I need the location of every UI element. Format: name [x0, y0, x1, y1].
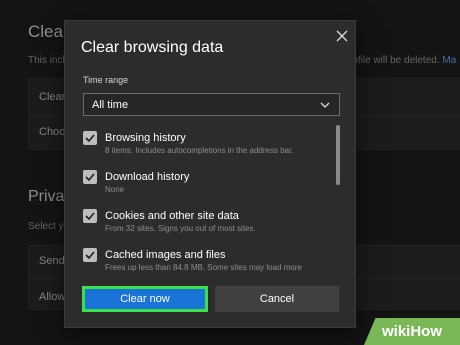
list-item-download-history[interactable]: Download history None — [83, 170, 333, 206]
list-item-cached-images[interactable]: Cached images and files Frees up less th… — [83, 248, 333, 273]
cached-images-description: Frees up less than 84.8 MB. Some sites m… — [105, 263, 302, 272]
download-history-label: Download history — [105, 171, 190, 183]
clear-now-button[interactable]: Clear now — [82, 286, 208, 312]
list-scrollbar[interactable] — [336, 125, 340, 185]
data-type-list: Browsing history 8 items. Includes autoc… — [65, 121, 357, 273]
download-history-description: None — [105, 185, 125, 194]
cached-images-label: Cached images and files — [105, 249, 226, 261]
checkmark-icon — [85, 212, 95, 221]
checkmark-icon — [85, 173, 95, 182]
download-history-checkbox[interactable] — [83, 170, 97, 184]
cookies-label: Cookies and other site data — [105, 210, 239, 222]
clear-browsing-data-dialog: Clear browsing data Time range All time … — [64, 20, 356, 328]
wikihow-watermark: wikiHow — [364, 318, 460, 345]
cached-images-checkbox[interactable] — [83, 248, 97, 262]
browsing-history-checkbox[interactable] — [83, 131, 97, 145]
checkmark-icon — [85, 251, 95, 260]
chevron-down-icon — [320, 102, 330, 108]
time-range-select[interactable]: All time — [83, 93, 340, 116]
list-item-browsing-history[interactable]: Browsing history 8 items. Includes autoc… — [83, 131, 333, 167]
time-range-label: Time range — [83, 75, 129, 85]
list-item-cookies[interactable]: Cookies and other site data From 32 site… — [83, 209, 333, 245]
checkmark-icon — [85, 134, 95, 143]
cookies-checkbox[interactable] — [83, 209, 97, 223]
browsing-history-label: Browsing history — [105, 132, 186, 144]
cookies-description: From 32 sites. Signs you out of most sit… — [105, 224, 256, 233]
browsing-history-description: 8 items. Includes autocompletions in the… — [105, 146, 294, 155]
cancel-button[interactable]: Cancel — [215, 286, 339, 312]
close-button[interactable] — [333, 27, 351, 45]
close-icon — [336, 30, 348, 42]
dialog-title: Clear browsing data — [81, 39, 224, 56]
time-range-value: All time — [92, 99, 129, 111]
